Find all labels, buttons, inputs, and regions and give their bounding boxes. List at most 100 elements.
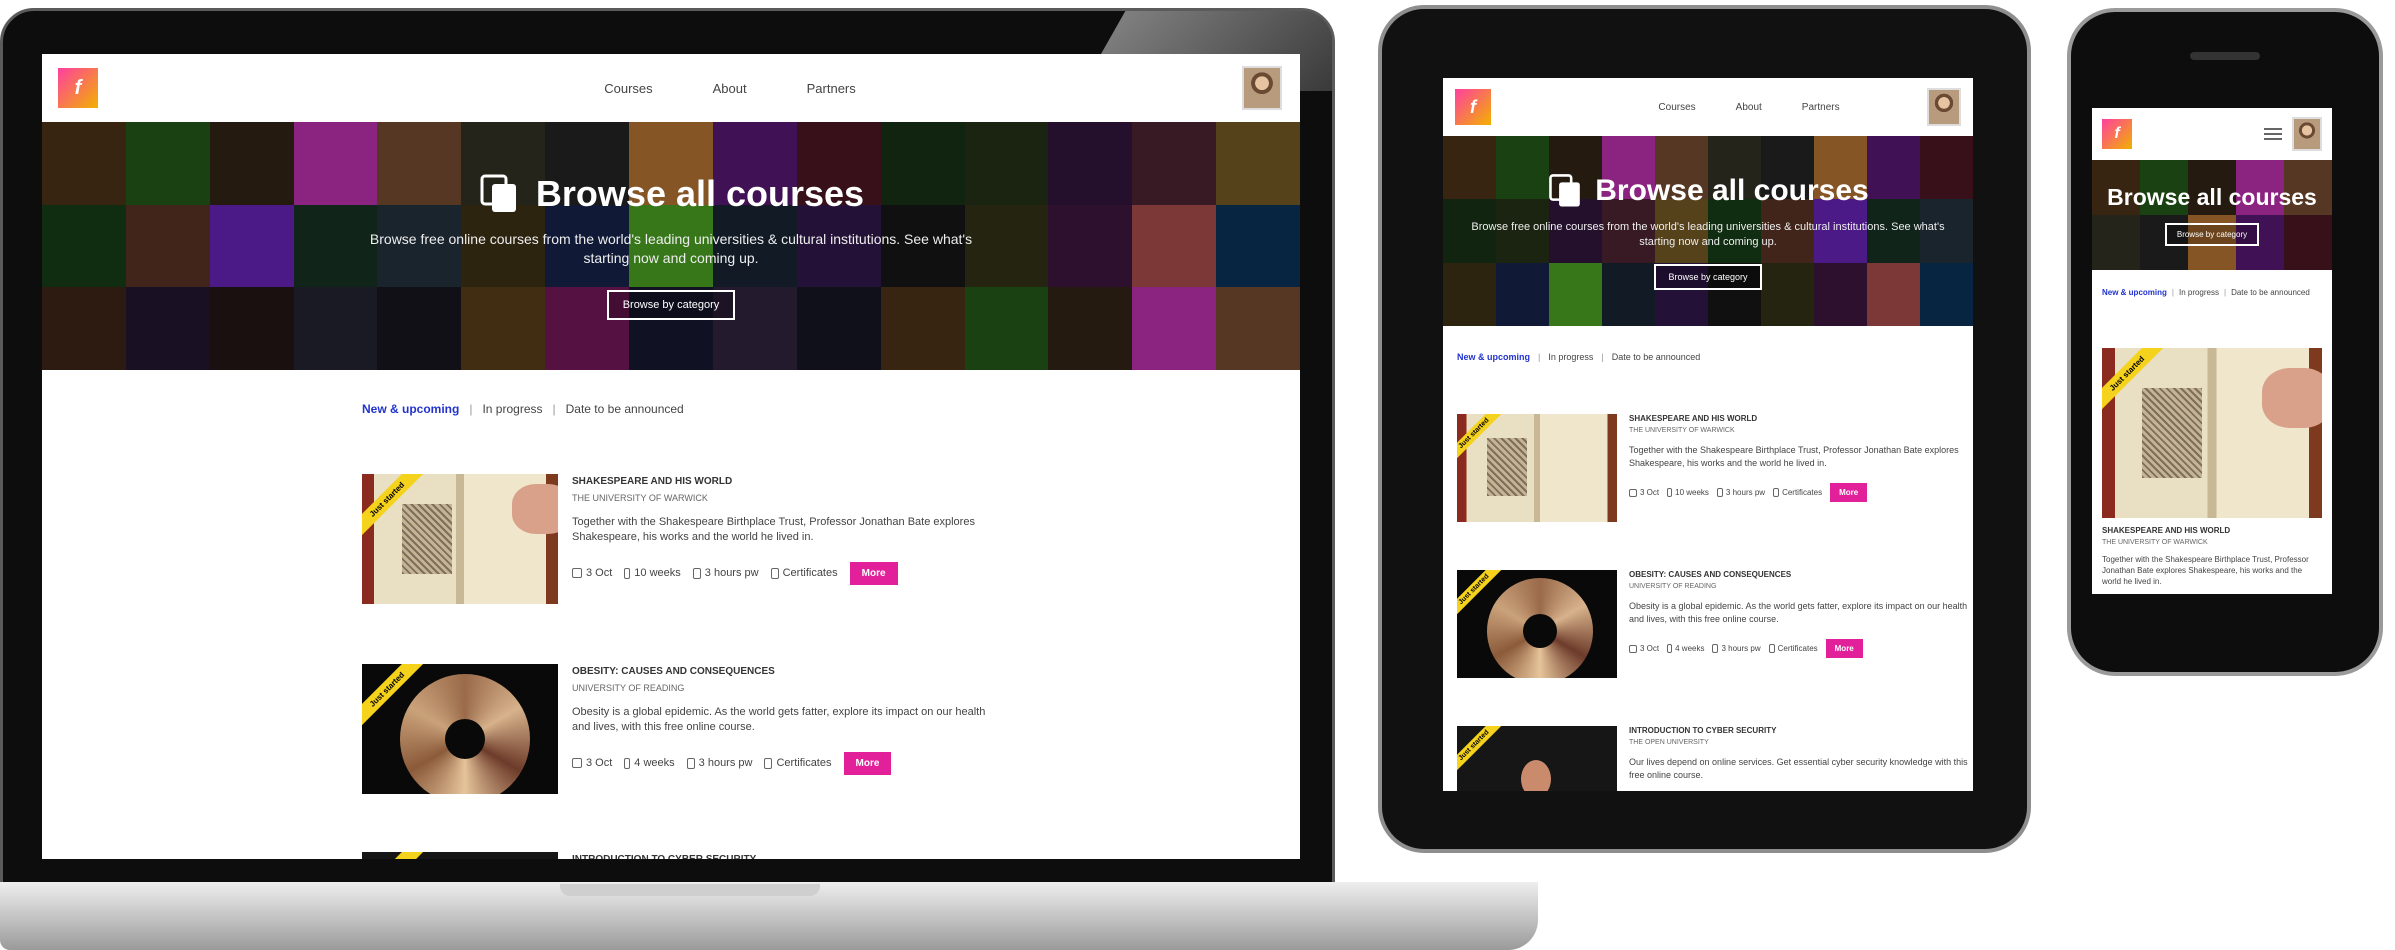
more-button[interactable]: More (1830, 483, 1868, 503)
avatar[interactable] (2292, 117, 2322, 151)
certificate-icon (1773, 488, 1780, 498)
certificates: Certificates (770, 567, 838, 579)
course-item[interactable]: Just started Obesity: causes and consequ… (1457, 570, 1969, 678)
course-details: Introduction to cyber security (572, 852, 992, 859)
logo[interactable]: f (1455, 89, 1491, 125)
tab-date-tba[interactable]: Date to be announced (2231, 288, 2310, 297)
course-details: Introduction to cyber security The Open … (1629, 726, 1969, 791)
logo[interactable]: f (58, 68, 98, 108)
course-thumbnail[interactable]: Just started (1457, 414, 1617, 522)
effort-text: 3 hours pw (704, 567, 759, 580)
effort-text: 3 hours pw (1725, 488, 1766, 498)
speaker-face (1521, 760, 1551, 791)
course-title[interactable]: Shakespeare and his world (1629, 414, 1969, 423)
course-item[interactable]: Just started Shakespeare and his world T… (362, 474, 992, 604)
course-title[interactable]: Shakespeare and his world (2102, 526, 2322, 535)
top-bar: f Courses About Partners (1443, 78, 1973, 136)
course-title[interactable]: Introduction to cyber security (1629, 726, 1969, 735)
logo[interactable]: f (2102, 119, 2132, 149)
clock-icon (1712, 644, 1719, 654)
effort: 3 hours pw (1712, 644, 1761, 654)
course-details: Obesity: causes and consequences Univers… (1629, 570, 1969, 678)
start-date: 3 Oct (1629, 488, 1659, 497)
course-title[interactable]: Obesity: causes and consequences (1629, 570, 1969, 579)
start-date: 3 Oct (572, 757, 612, 769)
effort-text: 3 hours pw (1721, 644, 1761, 654)
device-mockup-scene: f Courses About Partners Browse all cour… (0, 0, 2395, 950)
tab-new-upcoming[interactable]: New & upcoming (1457, 352, 1530, 362)
more-button[interactable]: More (1825, 639, 1863, 659)
clock-icon (1716, 488, 1723, 498)
nav-about[interactable]: About (713, 81, 747, 96)
duration-text: 10 weeks (1675, 488, 1709, 498)
calendar-icon (572, 758, 582, 769)
nav-courses[interactable]: Courses (1658, 102, 1695, 113)
tab-date-tba[interactable]: Date to be announced (1612, 352, 1701, 362)
calendar-icon (1629, 488, 1637, 497)
tab-date-tba[interactable]: Date to be announced (566, 402, 684, 416)
course-thumbnail[interactable]: Just started (1457, 570, 1617, 678)
course-item[interactable]: Just started Shakespeare and his world T… (2102, 348, 2322, 588)
browse-by-category-button[interactable]: Browse by category (2164, 223, 2260, 246)
course-meta: 3 Oct 4 weeks 3 hours pw Certificates Mo… (1629, 639, 1969, 659)
browse-by-category-button[interactable]: Browse by category (1654, 263, 1762, 290)
just-started-ribbon: Just started (362, 852, 432, 859)
main-nav: Courses About Partners (1658, 102, 1839, 113)
course-title[interactable]: Introduction to cyber security (572, 854, 992, 859)
tab-in-progress[interactable]: In progress (1548, 352, 1593, 362)
book-illustration (402, 504, 452, 574)
tab-new-upcoming[interactable]: New & upcoming (2102, 288, 2167, 297)
hero-banner: Browse all courses Browse free online co… (1443, 136, 1973, 326)
avatar[interactable] (1241, 66, 1282, 110)
more-button[interactable]: More (843, 751, 892, 775)
course-thumbnail[interactable]: Just started (362, 852, 558, 859)
course-item[interactable]: Just started Introduction to cyber secur… (362, 852, 992, 859)
hero-content: Browse all courses Browse by category (2092, 160, 2332, 270)
course-thumbnail[interactable]: Just started (362, 664, 558, 794)
course-title[interactable]: Obesity: causes and consequences (572, 666, 992, 677)
clock-icon (692, 567, 701, 579)
hero-title: Browse all courses (535, 173, 865, 215)
duration: 4 weeks (1667, 644, 1705, 654)
hourglass-icon (1667, 488, 1673, 498)
tab-separator: | (1601, 352, 1604, 362)
nav-partners[interactable]: Partners (1802, 102, 1840, 113)
browse-by-category-button[interactable]: Browse by category (606, 289, 736, 320)
courses-stack-icon (1549, 174, 1581, 207)
hamburger-icon[interactable] (2264, 127, 2282, 141)
nav-about[interactable]: About (1736, 102, 1762, 113)
course-meta: 3 Oct 4 weeks 3 hours pw Certificates Mo… (572, 751, 992, 775)
hourglass-icon (624, 567, 631, 579)
top-bar: f (2092, 108, 2332, 160)
course-item[interactable]: Just started Shakespeare and his world T… (1457, 414, 1969, 522)
course-details: Shakespeare and his world The University… (1629, 414, 1969, 522)
logo-mark-icon: f (1470, 96, 1476, 117)
course-thumbnail[interactable]: Just started (2102, 348, 2322, 518)
duration: 10 weeks (624, 567, 681, 579)
duration: 10 weeks (1667, 488, 1709, 498)
course-university: The University of Warwick (1629, 427, 1735, 434)
hero-content: Browse all courses Browse free online co… (42, 122, 1300, 370)
more-button[interactable]: More (849, 561, 898, 585)
certificate-icon (770, 567, 779, 579)
tab-new-upcoming[interactable]: New & upcoming (362, 402, 459, 416)
course-title[interactable]: Shakespeare and his world (572, 476, 992, 487)
calendar-icon (1629, 644, 1637, 653)
tab-in-progress[interactable]: In progress (2179, 288, 2219, 297)
avatar[interactable] (1927, 88, 1961, 126)
logo-mark-icon: f (2114, 125, 2120, 142)
duration-text: 4 weeks (1675, 644, 1705, 654)
clock-icon (686, 757, 695, 769)
tab-in-progress[interactable]: In progress (482, 402, 542, 416)
certificates: Certificates (1773, 488, 1822, 498)
course-item[interactable]: Just started Obesity: causes and consequ… (362, 664, 992, 794)
nav-courses[interactable]: Courses (604, 81, 652, 96)
course-item[interactable]: Just started Introduction to cyber secur… (1457, 726, 1969, 791)
certificates: Certificates (1768, 644, 1818, 654)
donut-hole (445, 719, 485, 759)
nav-partners[interactable]: Partners (807, 81, 856, 96)
course-thumbnail[interactable]: Just started (362, 474, 558, 604)
phone-speaker (2190, 52, 2260, 60)
course-thumbnail[interactable]: Just started (1457, 726, 1617, 791)
effort: 3 hours pw (692, 567, 759, 580)
